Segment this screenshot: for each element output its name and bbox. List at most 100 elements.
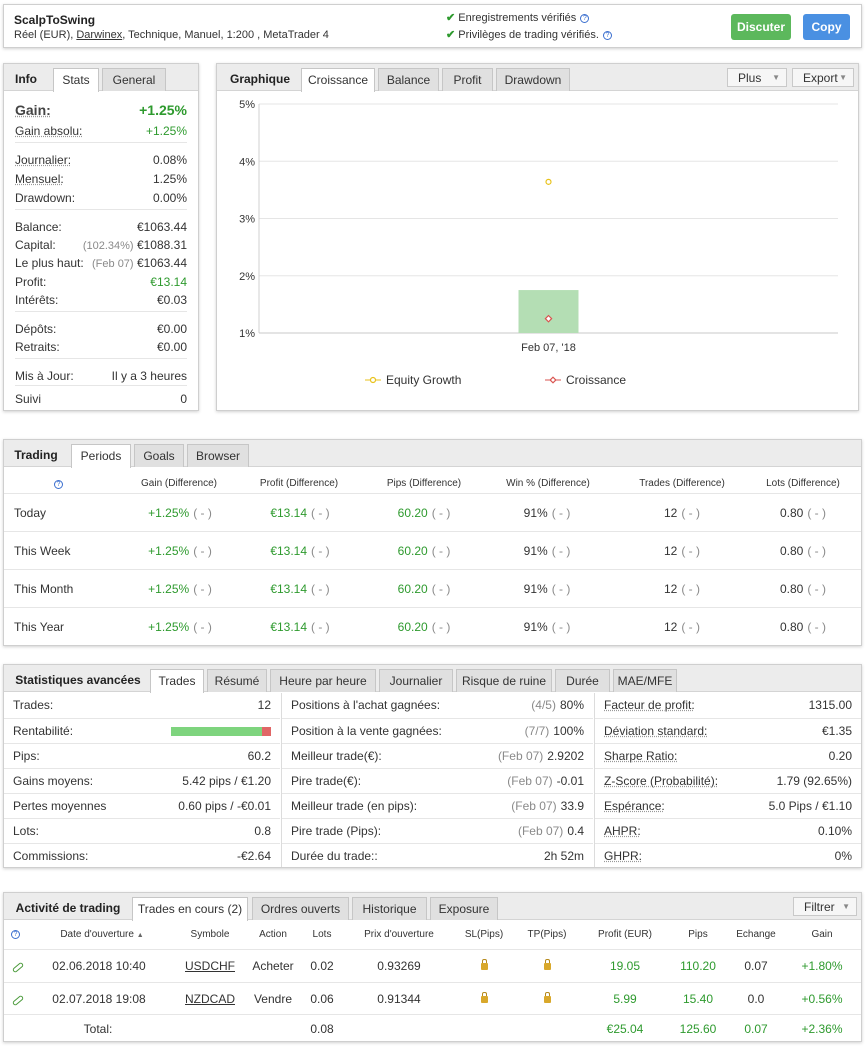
trade-tp[interactable] (532, 950, 562, 983)
period-lots: 0.80( - ) (779, 582, 826, 596)
trade-sl[interactable] (469, 950, 499, 983)
total-profit: €25.04 (606, 1022, 644, 1036)
trade-row[interactable]: 02.06.2018 10:40 USDCHF Acheter 0.02 0.93269… (4, 949, 861, 982)
col-open-date[interactable]: Date d'ouverture ▲ (42, 929, 162, 940)
tab-drawdown[interactable]: Drawdown (496, 68, 570, 91)
monthly-value: 1.25% (152, 172, 187, 186)
discuss-button[interactable]: Discuter (731, 14, 791, 40)
tab-goals[interactable]: Goals (134, 444, 184, 467)
attach-icon[interactable] (8, 983, 28, 1016)
stat-row: Position à la vente gagnées: (7/7) 100% (282, 718, 593, 743)
tab-mae-mfe[interactable]: MAE/MFE (613, 669, 677, 692)
stat-value: 12 (257, 698, 271, 712)
tab-profit[interactable]: Profit (442, 68, 493, 91)
stat-value: (Feb 07) 0.4 (517, 824, 584, 838)
stat-value: 0% (834, 849, 852, 863)
stat-row: Pips: 60.2 (4, 743, 280, 768)
updated-value: Il y a 3 heures (111, 369, 187, 383)
y-tick-label: 5% (239, 99, 255, 111)
trade-tp[interactable] (532, 983, 562, 1016)
tab-daily[interactable]: Journalier (379, 669, 453, 692)
help-icon[interactable]: ? (580, 13, 590, 23)
col-gain[interactable]: Gain (772, 929, 866, 940)
stat-label: Meilleur trade(€): (291, 749, 382, 763)
period-lots: 0.80( - ) (779, 506, 826, 520)
profit-label: Profit: (15, 275, 47, 289)
period-profit: €13.14( - ) (270, 620, 330, 634)
tab-advanced[interactable]: Statistiques avancées (6, 669, 150, 692)
stat-row: Durée du trade:: 2h 52m (282, 843, 593, 868)
broker-link[interactable]: Darwinex (76, 29, 122, 41)
stat-row: Z-Score (Probabilité): 1.79 (92.65%) (595, 768, 861, 793)
period-lots: 0.80( - ) (779, 620, 826, 634)
period-label: This Month (14, 582, 74, 596)
period-trades: 12( - ) (663, 620, 700, 634)
tab-trading[interactable]: Trading (6, 444, 66, 467)
equity-value: (102.34%) €1088.31 (82, 238, 187, 252)
export-dropdown[interactable]: Export (792, 68, 854, 87)
trade-swap: 0.07 (744, 959, 768, 973)
tab-periods[interactable]: Periods (71, 444, 131, 468)
stat-label: Sharpe Ratio: (604, 749, 678, 763)
stat-label: Espérance: (604, 799, 665, 813)
stat-row: Pertes moyennes 0.60 pips / -€0.01 (4, 793, 280, 818)
stat-row: Positions à l'achat gagnées: (4/5) 80% (282, 693, 593, 718)
tab-general[interactable]: General (102, 68, 166, 91)
stat-value: 0.20 (828, 749, 852, 763)
tab-trades[interactable]: Trades (150, 669, 204, 693)
stat-label: Pire trade(€): (291, 774, 362, 788)
stat-label: Positions à l'achat gagnées: (291, 698, 441, 712)
help-icon[interactable]: ? (11, 930, 20, 939)
stat-label: Position à la vente gagnées: (291, 724, 442, 738)
tab-growth[interactable]: Croissance (301, 68, 375, 92)
stat-label: GHPR: (604, 849, 643, 863)
abs-gain-label: Gain absolu: (15, 124, 83, 138)
help-icon[interactable]: ? (602, 30, 612, 40)
tab-browser[interactable]: Browser (187, 444, 249, 467)
tab-graph[interactable]: Graphique (221, 68, 299, 91)
col-pips: Pips (Difference) (386, 478, 462, 489)
filter-dropdown[interactable]: Filtrer (793, 897, 857, 916)
withdrawals-label: Retraits: (15, 340, 60, 354)
stat-row: Déviation standard: €1.35 (595, 718, 861, 743)
tab-open-trades[interactable]: Trades en cours (2) (132, 897, 248, 921)
stat-label: Durée du trade:: (291, 849, 378, 863)
trade-gain: +0.56% (801, 992, 843, 1006)
tab-activity[interactable]: Activité de trading (6, 897, 130, 920)
stat-value: 5.0 Pips / €1.10 (768, 799, 852, 813)
copy-button[interactable]: Copy (803, 14, 850, 40)
stat-row: GHPR: 0% (595, 843, 861, 868)
help-icon[interactable]: ? (54, 480, 63, 489)
lock-icon (480, 992, 488, 1003)
stat-label: Pips: (13, 749, 40, 763)
trading-activity-panel: Activité de trading Trades en cours (2) … (3, 892, 862, 1042)
tab-balance[interactable]: Balance (378, 68, 439, 91)
period-profit: €13.14( - ) (270, 506, 330, 520)
stat-value: 1315.00 (808, 698, 852, 712)
tab-duration[interactable]: Durée (555, 669, 610, 692)
legend-marker (369, 376, 377, 384)
attach-icon[interactable] (8, 950, 28, 983)
tab-hourly[interactable]: Heure par heure (270, 669, 376, 692)
stat-label: Lots: (13, 824, 40, 838)
table-row: This Month +1.25%( - ) €13.14( - ) 60.20( -… (4, 569, 861, 607)
trade-sl[interactable] (469, 983, 499, 1016)
tab-summary[interactable]: Résumé (207, 669, 267, 692)
stat-label: Z-Score (Probabilité): (604, 774, 719, 788)
tab-risk-of-ruin[interactable]: Risque de ruine (456, 669, 552, 692)
info-tabbar: Info Stats General (4, 64, 198, 92)
stat-value: (4/5) 80% (531, 698, 584, 712)
trade-row[interactable]: 02.07.2018 19:08 NZDCAD Vendre 0.06 0.91344 5… (4, 982, 861, 1015)
tab-info[interactable]: Info (6, 68, 46, 91)
stat-label: Gains moyens: (13, 774, 94, 788)
sort-asc-icon: ▲ (136, 932, 144, 939)
tab-history[interactable]: Historique (352, 897, 427, 920)
stat-value: 1.79 (92.65%) (776, 774, 852, 788)
stat-row: Gains moyens: 5.42 pips / €1.20 (4, 768, 280, 793)
tab-open-orders[interactable]: Ordres ouverts (252, 897, 349, 920)
trade-lots: 0.06 (310, 992, 334, 1006)
stat-row: Lots: 0.8 (4, 818, 280, 843)
plus-dropdown[interactable]: Plus (727, 68, 787, 87)
tab-exposure[interactable]: Exposure (430, 897, 498, 920)
tab-stats[interactable]: Stats (53, 68, 99, 92)
